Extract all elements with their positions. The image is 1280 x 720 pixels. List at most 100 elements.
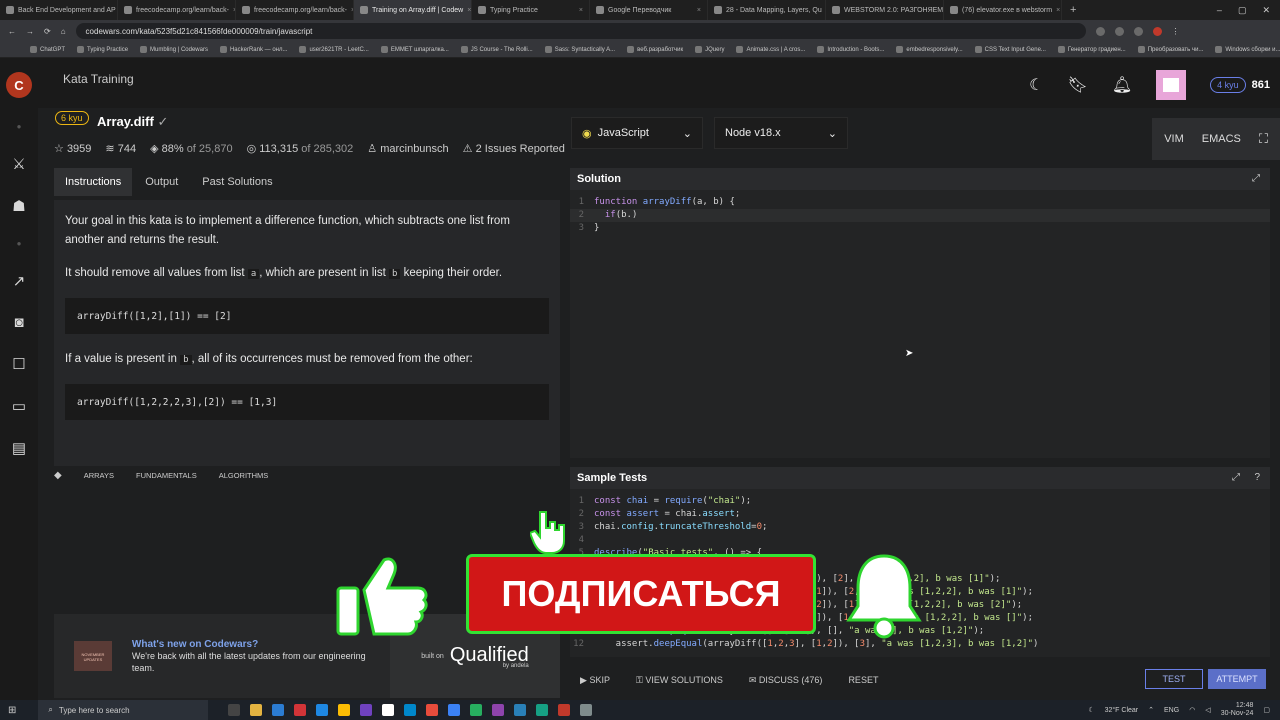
browser-tab[interactable]: (76) elevator.exe в webstorm ×: [944, 0, 1062, 20]
avatar[interactable]: [1156, 70, 1187, 100]
home-icon[interactable]: ⌂: [61, 27, 66, 36]
collections-stat[interactable]: ≋ 744: [105, 142, 136, 155]
bookmark-icon[interactable]: 🔖︎: [1068, 75, 1088, 95]
profile-icon[interactable]: [1152, 26, 1162, 36]
url-field[interactable]: codewars.com/kata/523f5d21c841566fde0000…: [75, 23, 1086, 39]
bookmark-item[interactable]: HackerRank — онл...: [219, 46, 287, 53]
tag-item[interactable]: ALGORITHMS: [219, 471, 269, 480]
view-solutions-button[interactable]: ⚿ VIEW SOLUTIONS: [636, 675, 723, 686]
close-icon[interactable]: ×: [467, 7, 471, 14]
vscode-icon[interactable]: [316, 704, 329, 716]
bookmark-item[interactable]: Преобразовать чи...: [1137, 46, 1203, 53]
extension-icon[interactable]: [1114, 26, 1124, 36]
bookmark-item[interactable]: Animate.css | A cros...: [736, 46, 805, 53]
close-icon[interactable]: ×: [1056, 7, 1060, 14]
attempt-button[interactable]: ATTEMPT: [1208, 669, 1266, 689]
forward-icon[interactable]: →: [26, 27, 34, 36]
code-line[interactable]: 3}: [570, 222, 1270, 235]
back-icon[interactable]: ←: [8, 27, 16, 36]
emacs-button[interactable]: EMACS: [1202, 133, 1241, 145]
tab-instructions[interactable]: Instructions: [54, 168, 133, 196]
reload-icon[interactable]: ⟳: [44, 27, 51, 36]
bookmark-item[interactable]: Генератор градиен...: [1057, 46, 1126, 53]
solution-editor[interactable]: 1 function arrayDiff(a, b) {2 if(b.) 3}: [570, 190, 1270, 235]
app-icon[interactable]: [426, 704, 439, 716]
bookmark-item[interactable]: JS Course - The Rolli...: [460, 46, 533, 53]
fullscreen-icon[interactable]: ⛶: [1259, 131, 1268, 147]
browser-tab[interactable]: freecodecamp.org/learn/back-×: [236, 0, 354, 20]
close-icon[interactable]: ×: [697, 7, 701, 14]
clock[interactable]: 12:48 30-Nov-24: [1221, 702, 1254, 718]
issues-link[interactable]: ⚠ 2 Issues Reported: [463, 142, 565, 155]
bookmark-item[interactable]: embedresponsively...: [896, 46, 963, 53]
browser-tab[interactable]: Typing Practice ×: [472, 0, 590, 20]
help-icon[interactable]: ?: [1254, 472, 1260, 483]
task-view-icon[interactable]: [228, 704, 241, 716]
language-indicator[interactable]: ENG: [1164, 707, 1179, 714]
bookmark-item[interactable]: ChatGPT: [30, 46, 65, 53]
browser-tab[interactable]: Google Переводчик ×: [590, 0, 708, 20]
minimize-icon[interactable]: –: [1217, 5, 1222, 16]
docs-icon[interactable]: ▭: [12, 397, 26, 415]
kata-title[interactable]: Array.diff ✓: [97, 114, 168, 130]
weather-text[interactable]: 32°F Clear: [1105, 707, 1139, 714]
bookmark-item[interactable]: Sass: Syntactically A...: [544, 46, 615, 53]
app-icon[interactable]: [470, 704, 483, 716]
chevron-up-icon[interactable]: ⌃: [1148, 706, 1154, 714]
skip-button[interactable]: ▶ SKIP: [580, 675, 610, 686]
bookmark-item[interactable]: Introduction - Boots...: [817, 46, 884, 53]
notes-icon[interactable]: ▤: [12, 439, 26, 457]
taskbar-search[interactable]: ⌕ Type here to search: [38, 700, 209, 720]
language-select[interactable]: ◉ JavaScript ⌄: [571, 117, 703, 149]
browser-tab[interactable]: 28 - Data Mapping, Layers, Qu×: [708, 0, 826, 20]
browser-tab[interactable]: WEBSTORM 2.0: РАЗГОНЯЕМ×: [826, 0, 944, 20]
dojo-icon[interactable]: ⚔: [12, 155, 25, 173]
moon-icon[interactable]: ☾: [1029, 75, 1043, 95]
app-icon[interactable]: [448, 704, 461, 716]
expand-icon[interactable]: ⤢: [1232, 472, 1240, 483]
app-icon[interactable]: [360, 704, 373, 716]
tab-output[interactable]: Output: [134, 168, 189, 196]
app-icon[interactable]: [536, 704, 549, 716]
bookmark-item[interactable]: CSS Text Input Gene...: [974, 46, 1046, 53]
bookmark-item[interactable]: Windows сборки и...: [1215, 46, 1280, 53]
new-tab-icon[interactable]: +: [1062, 4, 1084, 16]
outlook-icon[interactable]: [272, 704, 285, 716]
wifi-icon[interactable]: ◠: [1189, 706, 1195, 714]
menu-icon[interactable]: ⋮: [1172, 27, 1180, 36]
maximize-icon[interactable]: ▢: [1238, 5, 1247, 16]
browser-tab[interactable]: Back End Development and AP×: [0, 0, 118, 20]
discord-icon[interactable]: ◙: [14, 314, 23, 331]
bookmark-item[interactable]: Typing Practice: [77, 46, 128, 53]
bookmark-item[interactable]: Mumbling | Codewars: [140, 46, 208, 53]
browser-tab[interactable]: freecodecamp.org/learn/back-×: [118, 0, 236, 20]
tag-item[interactable]: ARRAYS: [84, 471, 114, 480]
extension-icon[interactable]: [1095, 26, 1105, 36]
leaderboard-icon[interactable]: ↗: [13, 272, 26, 290]
vim-button[interactable]: VIM: [1164, 133, 1184, 145]
reset-button[interactable]: RESET: [848, 675, 878, 685]
close-icon[interactable]: ×: [579, 7, 583, 14]
app-icon[interactable]: [514, 704, 527, 716]
windows-start-icon[interactable]: ⊞: [8, 705, 16, 716]
app-icon[interactable]: [294, 704, 307, 716]
runtime-select[interactable]: Node v18.x ⌄: [714, 117, 848, 149]
satisfaction-stat[interactable]: ◈ 88% of 25,870: [150, 142, 233, 155]
telegram-icon[interactable]: [404, 704, 417, 716]
discuss-button[interactable]: ✉ DISCUSS (476): [749, 675, 823, 686]
file-explorer-icon[interactable]: [250, 704, 263, 716]
code-line[interactable]: 1 const chai = require("chai");: [570, 495, 1270, 508]
test-button[interactable]: TEST: [1145, 669, 1203, 689]
tab-past-solutions[interactable]: Past Solutions: [191, 168, 283, 196]
app-icon[interactable]: [382, 704, 395, 716]
chrome-icon[interactable]: [338, 704, 351, 716]
volume-icon[interactable]: ◁: [1205, 706, 1210, 714]
app-icon[interactable]: [492, 704, 505, 716]
app-icon[interactable]: [580, 704, 593, 716]
code-line[interactable]: 2 if(b.): [570, 209, 1270, 222]
bookmark-item[interactable]: веб.разработчик: [627, 46, 683, 53]
bookmark-item[interactable]: JQuery: [695, 46, 724, 53]
bookmark-item[interactable]: user2621TR - LeetC...: [299, 46, 369, 53]
author-link[interactable]: ♙ marcinbunsch: [367, 142, 448, 155]
notification-icon[interactable]: ▢: [1263, 706, 1270, 714]
